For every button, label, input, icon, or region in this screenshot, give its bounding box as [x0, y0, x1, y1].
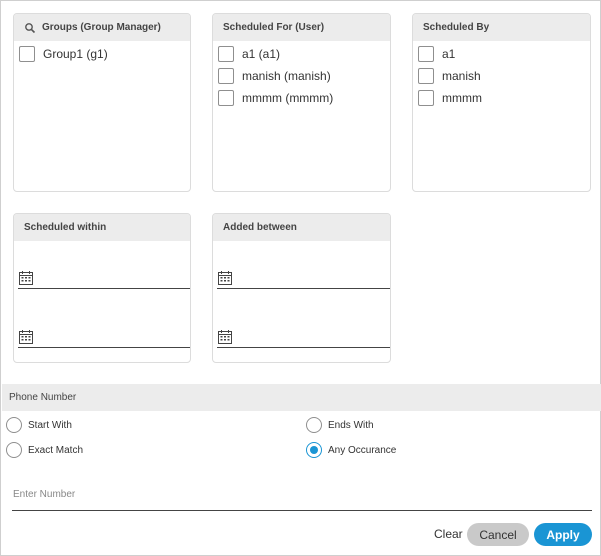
- group-option[interactable]: Group1 (g1): [14, 43, 190, 65]
- radio-start-with[interactable]: Start With: [6, 416, 72, 434]
- scheduled-by-panel: Scheduled By a1 manish mmmm: [412, 13, 591, 192]
- radio-button[interactable]: [6, 442, 22, 458]
- phone-number-title: Phone Number: [9, 392, 77, 403]
- radio-button[interactable]: [306, 417, 322, 433]
- scheduled-for-option[interactable]: a1 (a1): [213, 43, 390, 65]
- user-checkbox[interactable]: [218, 68, 234, 84]
- radio-button-selected[interactable]: [306, 442, 322, 458]
- user-option-label: a1 (a1): [242, 47, 281, 61]
- added-between-to-date[interactable]: [217, 326, 390, 348]
- scheduled-for-panel: Scheduled For (User) a1 (a1) manish (man…: [212, 13, 391, 192]
- radio-exact-match[interactable]: Exact Match: [6, 441, 83, 459]
- phone-number-input[interactable]: [12, 483, 592, 511]
- user-checkbox[interactable]: [218, 46, 234, 62]
- scheduled-within-panel: Scheduled within: [13, 213, 191, 363]
- scheduled-for-option[interactable]: manish (manish): [213, 65, 390, 87]
- calendar-icon[interactable]: [217, 329, 233, 345]
- clear-button[interactable]: Clear: [431, 523, 466, 545]
- radio-label: Ends With: [328, 419, 374, 431]
- scheduled-for-title: Scheduled For (User): [223, 22, 325, 33]
- user-checkbox[interactable]: [418, 90, 434, 106]
- radio-label: Start With: [28, 419, 72, 431]
- calendar-icon[interactable]: [18, 329, 34, 345]
- user-option-label: mmmm (mmmm): [242, 91, 334, 105]
- user-checkbox[interactable]: [418, 68, 434, 84]
- calendar-icon[interactable]: [18, 270, 34, 286]
- added-between-panel: Added between: [212, 213, 391, 363]
- scheduled-within-from-date[interactable]: [18, 267, 190, 289]
- scheduled-by-option[interactable]: a1: [413, 43, 590, 65]
- radio-label: Exact Match: [28, 444, 84, 456]
- scheduled-by-option[interactable]: manish: [413, 65, 590, 87]
- user-checkbox[interactable]: [418, 46, 434, 62]
- cancel-button[interactable]: Cancel: [467, 523, 529, 546]
- user-checkbox[interactable]: [218, 90, 234, 106]
- search-icon[interactable]: [24, 22, 36, 34]
- scheduled-by-option[interactable]: mmmm: [413, 87, 590, 109]
- scheduled-within-header: Scheduled within: [14, 214, 190, 241]
- apply-button[interactable]: Apply: [534, 523, 592, 546]
- filter-dialog: Groups (Group Manager) Group1 (g1) Sched…: [0, 0, 601, 556]
- group-option-label: Group1 (g1): [43, 47, 108, 61]
- groups-panel-title: Groups (Group Manager): [42, 22, 161, 33]
- added-between-header: Added between: [213, 214, 390, 241]
- scheduled-within-to-date[interactable]: [18, 326, 190, 348]
- added-between-from-date[interactable]: [217, 267, 390, 289]
- radio-ends-with[interactable]: Ends With: [306, 416, 374, 434]
- phone-number-header: Phone Number: [2, 384, 601, 411]
- scheduled-by-header: Scheduled By: [413, 14, 590, 41]
- user-option-label: mmmm: [442, 91, 482, 105]
- groups-panel-header: Groups (Group Manager): [14, 14, 190, 41]
- radio-any-occurance[interactable]: Any Occurance: [306, 441, 396, 459]
- calendar-icon[interactable]: [217, 270, 233, 286]
- scheduled-for-header: Scheduled For (User): [213, 14, 390, 41]
- user-option-label: manish (manish): [242, 69, 331, 83]
- scheduled-within-title: Scheduled within: [24, 222, 107, 233]
- group-checkbox[interactable]: [19, 46, 35, 62]
- groups-panel: Groups (Group Manager) Group1 (g1): [13, 13, 191, 192]
- scheduled-by-title: Scheduled By: [423, 22, 490, 33]
- user-option-label: a1: [442, 47, 456, 61]
- radio-label: Any Occurance: [328, 444, 397, 456]
- scheduled-for-option[interactable]: mmmm (mmmm): [213, 87, 390, 109]
- added-between-title: Added between: [223, 222, 297, 233]
- radio-button[interactable]: [6, 417, 22, 433]
- user-option-label: manish: [442, 69, 481, 83]
